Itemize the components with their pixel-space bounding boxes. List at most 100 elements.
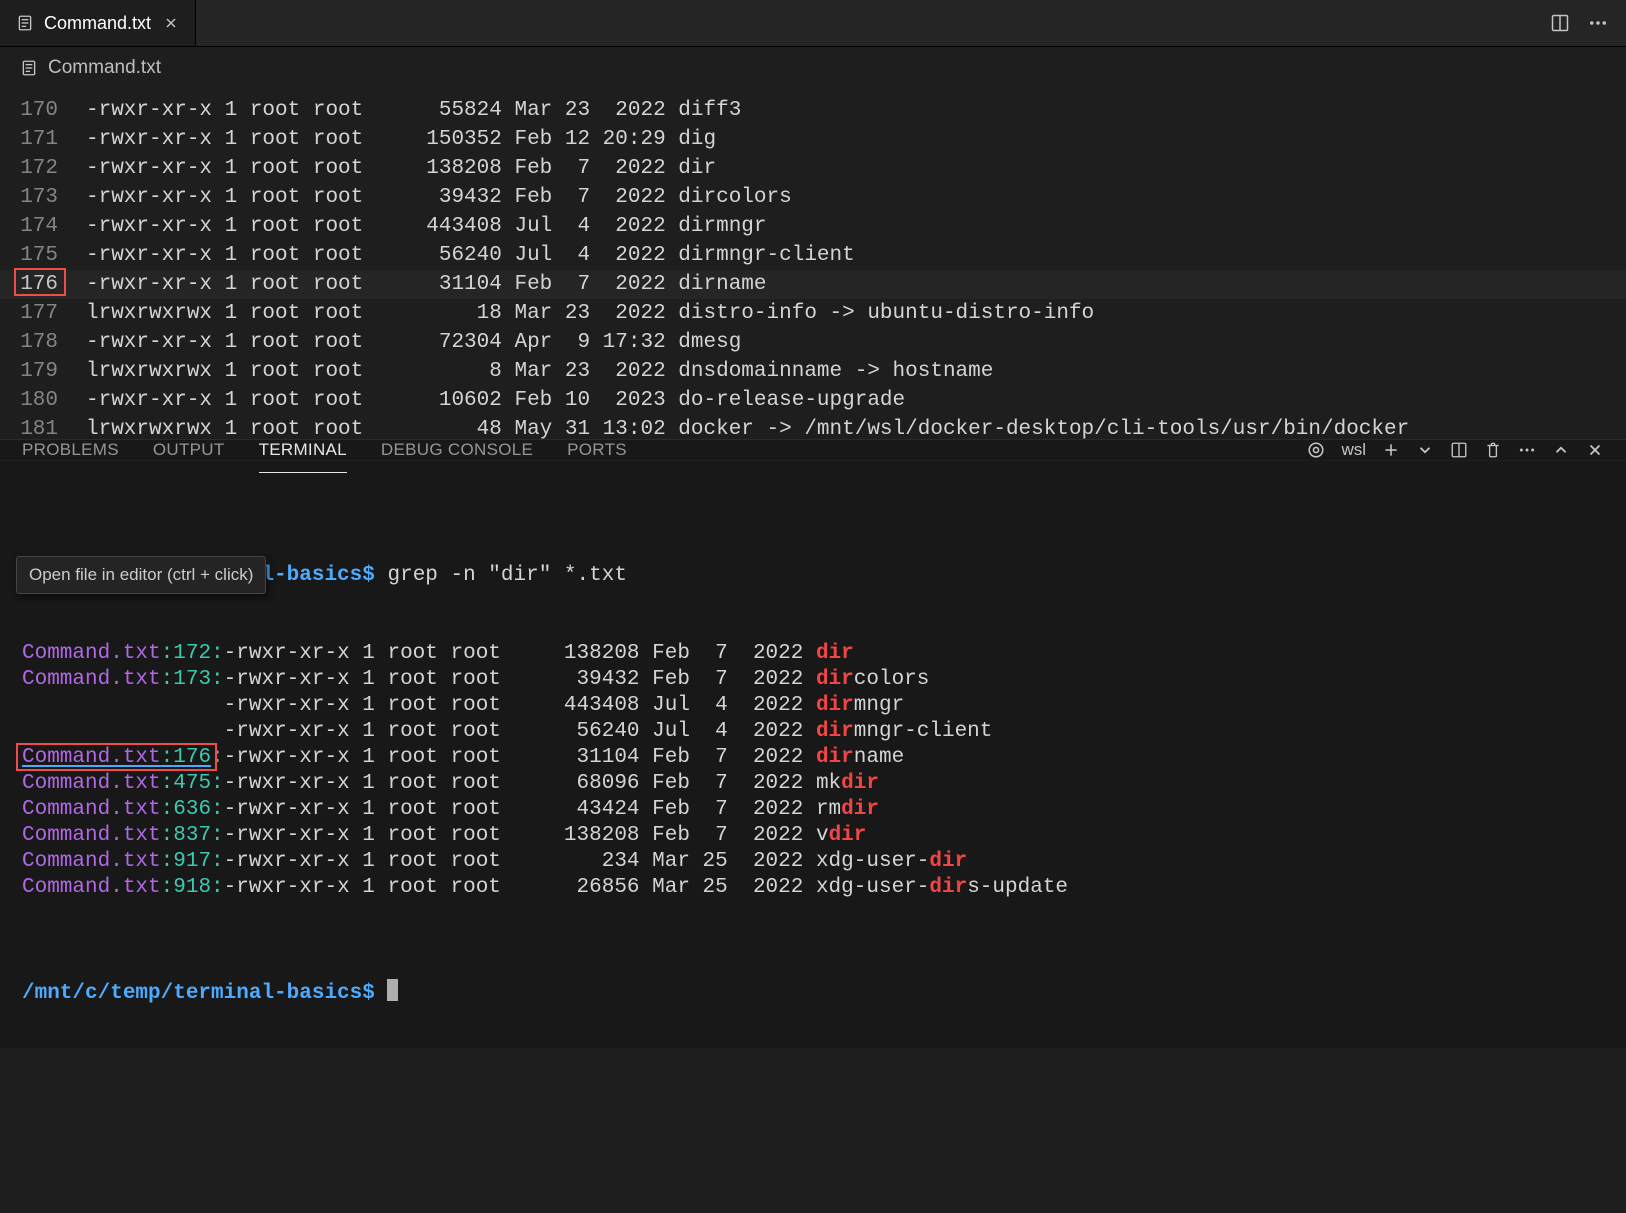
grep-match: dir (829, 824, 867, 847)
chevron-up-icon[interactable] (1552, 441, 1570, 459)
editor-line: 174-rwxr-xr-x 1 root root 443408 Jul 4 2… (0, 212, 1626, 241)
line-number[interactable]: 180 (0, 386, 86, 415)
split-terminal-icon[interactable] (1450, 441, 1468, 459)
file-lines-icon (16, 14, 34, 32)
panel-tab-ports[interactable]: PORTS (567, 440, 627, 460)
close-panel-icon[interactable] (1586, 441, 1604, 459)
breadcrumb[interactable]: Command.txt (0, 47, 1626, 89)
line-number[interactable]: 176 (0, 270, 86, 299)
terminal-shell-label[interactable]: wsl (1341, 440, 1366, 460)
grep-line-number[interactable]: 636 (173, 798, 211, 821)
grep-match: dir (816, 642, 854, 665)
code-line: -rwxr-xr-x 1 root root 150352 Feb 12 20:… (86, 125, 716, 154)
editor-tabbar: Command.txt (0, 0, 1626, 47)
code-line: lrwxrwxrwx 1 root root 48 May 31 13:02 d… (86, 415, 1409, 439)
code-line: -rwxr-xr-x 1 root root 31104 Feb 7 2022 … (86, 270, 767, 299)
terminal[interactable]: /mnt/c/temp/terminal-basics$ grep -n "di… (0, 461, 1626, 1213)
grep-line-number[interactable]: 917 (173, 850, 211, 873)
grep-file-link[interactable]: Command.txt (22, 668, 161, 691)
code-line: -rwxr-xr-x 1 root root 56240 Jul 4 2022 … (86, 241, 855, 270)
terminal-line: Command.txt:636:-rwxr-xr-x 1 root root 4… (22, 797, 1604, 823)
grep-file-link[interactable]: Command.txt (22, 824, 161, 847)
grep-file-link[interactable]: Command.txt (22, 746, 161, 769)
line-number[interactable]: 178 (0, 328, 86, 357)
grep-match: dir (841, 798, 879, 821)
terminal-command: grep -n "dir" *.txt (387, 564, 626, 587)
tab-command-txt[interactable]: Command.txt (0, 0, 196, 46)
terminal-line: Command.txt:917:-rwxr-xr-x 1 root root 2… (22, 849, 1604, 875)
grep-file-link[interactable]: Command.txt (22, 642, 161, 665)
line-number[interactable]: 170 (0, 96, 86, 125)
grep-match: dir (816, 694, 854, 717)
terminal-line: Command.txt:175:-rwxr-xr-x 1 root root 5… (22, 719, 1604, 745)
grep-line-number[interactable]: 918 (173, 876, 211, 899)
more-icon[interactable] (1518, 441, 1536, 459)
prompt-suffix: $ (362, 564, 375, 587)
code-line: lrwxrwxrwx 1 root root 18 Mar 23 2022 di… (86, 299, 1094, 328)
editor-line: 178-rwxr-xr-x 1 root root 72304 Apr 9 17… (0, 328, 1626, 357)
editor-line: 176-rwxr-xr-x 1 root root 31104 Feb 7 20… (0, 270, 1626, 299)
close-icon[interactable] (161, 13, 181, 33)
wsl-icon[interactable] (1307, 441, 1325, 459)
tabbar-spacer (196, 0, 1532, 46)
grep-file-link[interactable]: Command.txt (22, 850, 161, 873)
code-line: -rwxr-xr-x 1 root root 55824 Mar 23 2022… (86, 96, 741, 125)
line-number[interactable]: 175 (0, 241, 86, 270)
panel-tab-output[interactable]: OUTPUT (153, 440, 225, 460)
prompt-suffix: $ (362, 982, 375, 1005)
line-number[interactable]: 172 (0, 154, 86, 183)
file-lines-icon (20, 59, 38, 77)
line-number[interactable]: 179 (0, 357, 86, 386)
tooltip-open-file: Open file in editor (ctrl + click) (16, 556, 266, 594)
terminal-cursor (387, 979, 398, 1001)
code-line: lrwxrwxrwx 1 root root 8 Mar 23 2022 dns… (86, 357, 993, 386)
editor-line: 179lrwxrwxrwx 1 root root 8 Mar 23 2022 … (0, 357, 1626, 386)
grep-line-number[interactable]: 475 (173, 772, 211, 795)
terminal-line: Command.txt:176:-rwxr-xr-x 1 root root 3… (22, 745, 1604, 771)
grep-line-number[interactable]: 176 (173, 746, 211, 769)
grep-line-number[interactable]: 837 (173, 824, 211, 847)
more-actions-icon[interactable] (1588, 13, 1608, 33)
editor-line: 170-rwxr-xr-x 1 root root 55824 Mar 23 2… (0, 96, 1626, 125)
line-number[interactable]: 181 (0, 415, 86, 439)
terminal-line: Command.txt:837:-rwxr-xr-x 1 root root 1… (22, 823, 1604, 849)
grep-line-number[interactable]: 173 (173, 668, 211, 691)
terminal-line: Command.txt:475:-rwxr-xr-x 1 root root 6… (22, 771, 1604, 797)
panel-header: PROBLEMS OUTPUT TERMINAL DEBUG CONSOLE P… (0, 440, 1626, 461)
grep-line-number[interactable]: 172 (173, 642, 211, 665)
editor-line: 175-rwxr-xr-x 1 root root 56240 Jul 4 20… (0, 241, 1626, 270)
editor-line: 173-rwxr-xr-x 1 root root 39432 Feb 7 20… (0, 183, 1626, 212)
grep-match: dir (816, 668, 854, 691)
line-number[interactable]: 171 (0, 125, 86, 154)
grep-match: dir (816, 720, 854, 743)
tabbar-actions (1532, 0, 1626, 46)
panel: PROBLEMS OUTPUT TERMINAL DEBUG CONSOLE P… (0, 439, 1626, 1048)
editor[interactable]: 169 -rwxr-xr-x 1 root root 155080 Mar 23… (0, 89, 1626, 439)
code-line: -rwxr-xr-x 1 root root 39432 Feb 7 2022 … (86, 183, 792, 212)
grep-file-link[interactable]: Command.txt (22, 798, 161, 821)
terminal-line: Command.txt:174:-rwxr-xr-x 1 root root 4… (22, 693, 1604, 719)
panel-tab-terminal[interactable]: TERMINAL (259, 440, 347, 460)
code-line: -rwxr-xr-x 1 root root 443408 Jul 4 2022… (86, 212, 767, 241)
split-editor-icon[interactable] (1550, 13, 1570, 33)
panel-actions: wsl (1307, 440, 1604, 460)
terminal-line: Command.txt:172:-rwxr-xr-x 1 root root 1… (22, 641, 1604, 667)
trash-icon[interactable] (1484, 441, 1502, 459)
terminal-cwd: /mnt/c/temp/terminal-basics (22, 982, 362, 1005)
line-number[interactable]: 177 (0, 299, 86, 328)
panel-tab-debug[interactable]: DEBUG CONSOLE (381, 440, 533, 460)
line-number[interactable]: 174 (0, 212, 86, 241)
panel-tab-problems[interactable]: PROBLEMS (22, 440, 119, 460)
chevron-down-icon[interactable] (1416, 441, 1434, 459)
editor-line: 180-rwxr-xr-x 1 root root 10602 Feb 10 2… (0, 386, 1626, 415)
line-number[interactable]: 173 (0, 183, 86, 212)
breadcrumb-filename: Command.txt (48, 57, 161, 79)
code-line: -rwxr-xr-x 1 root root 72304 Apr 9 17:32… (86, 328, 741, 357)
tab-filename: Command.txt (44, 13, 151, 34)
grep-file-link[interactable]: Command.txt (22, 876, 161, 899)
grep-file-link[interactable]: Command.txt (22, 772, 161, 795)
new-terminal-icon[interactable] (1382, 441, 1400, 459)
line-number: 169 (0, 89, 86, 96)
code-line: -rwxr-xr-x 1 root root 10602 Feb 10 2023… (86, 386, 905, 415)
editor-line: 181lrwxrwxrwx 1 root root 48 May 31 13:0… (0, 415, 1626, 439)
